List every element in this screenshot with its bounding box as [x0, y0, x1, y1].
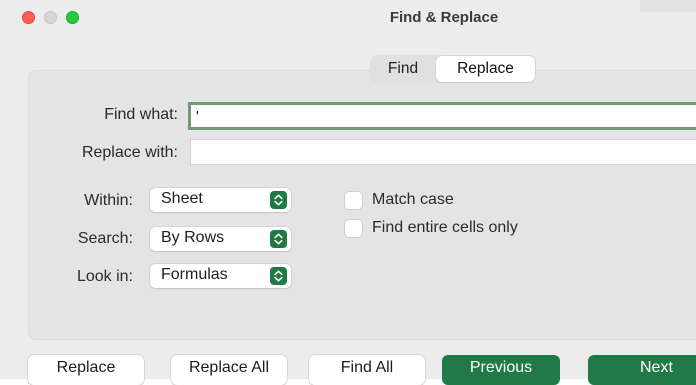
within-label: Within: — [84, 192, 133, 209]
look-in-value: Formulas — [161, 266, 228, 283]
up-down-chevron-icon — [270, 267, 287, 285]
entire-cells-label[interactable]: Find entire cells only — [372, 219, 518, 237]
replace-all-button[interactable]: Replace All — [171, 355, 287, 385]
find-replace-window: Find & Replace Find Replace Find what: R… — [0, 0, 696, 385]
next-button[interactable]: Next — [588, 355, 696, 385]
find-what-label: Find what: — [104, 106, 178, 123]
next-button-label: Next — [640, 359, 673, 376]
look-in-label: Look in: — [76, 268, 133, 285]
replace-with-input[interactable] — [190, 139, 696, 165]
find-what-input[interactable] — [188, 102, 696, 130]
search-value: By Rows — [161, 229, 225, 246]
within-value: Sheet — [161, 190, 203, 207]
search-label: Search: — [77, 230, 133, 247]
match-case-checkbox[interactable] — [345, 192, 362, 209]
previous-button[interactable]: Previous — [442, 355, 560, 385]
window-title: Find & Replace — [389, 9, 499, 26]
close-window-button[interactable] — [22, 11, 35, 24]
up-down-chevron-icon — [270, 191, 287, 209]
entire-cells-checkbox[interactable] — [345, 220, 362, 237]
replace-button[interactable]: Replace — [28, 355, 144, 385]
replace-with-label: Replace with: — [81, 144, 178, 161]
title-bar: Find & Replace — [0, 0, 696, 38]
within-popup[interactable]: Sheet — [150, 188, 291, 212]
match-case-label[interactable]: Match case — [372, 191, 454, 209]
tab-replace[interactable]: Replace — [436, 56, 535, 82]
zoom-window-button[interactable] — [66, 11, 79, 24]
minimize-window-button[interactable] — [44, 11, 57, 24]
tab-find[interactable]: Find — [371, 56, 435, 82]
search-popup[interactable]: By Rows — [150, 227, 291, 251]
find-all-button[interactable]: Find All — [309, 355, 425, 385]
mode-tabs: Find Replace — [370, 55, 536, 83]
look-in-popup[interactable]: Formulas — [150, 264, 291, 288]
up-down-chevron-icon — [270, 230, 287, 248]
